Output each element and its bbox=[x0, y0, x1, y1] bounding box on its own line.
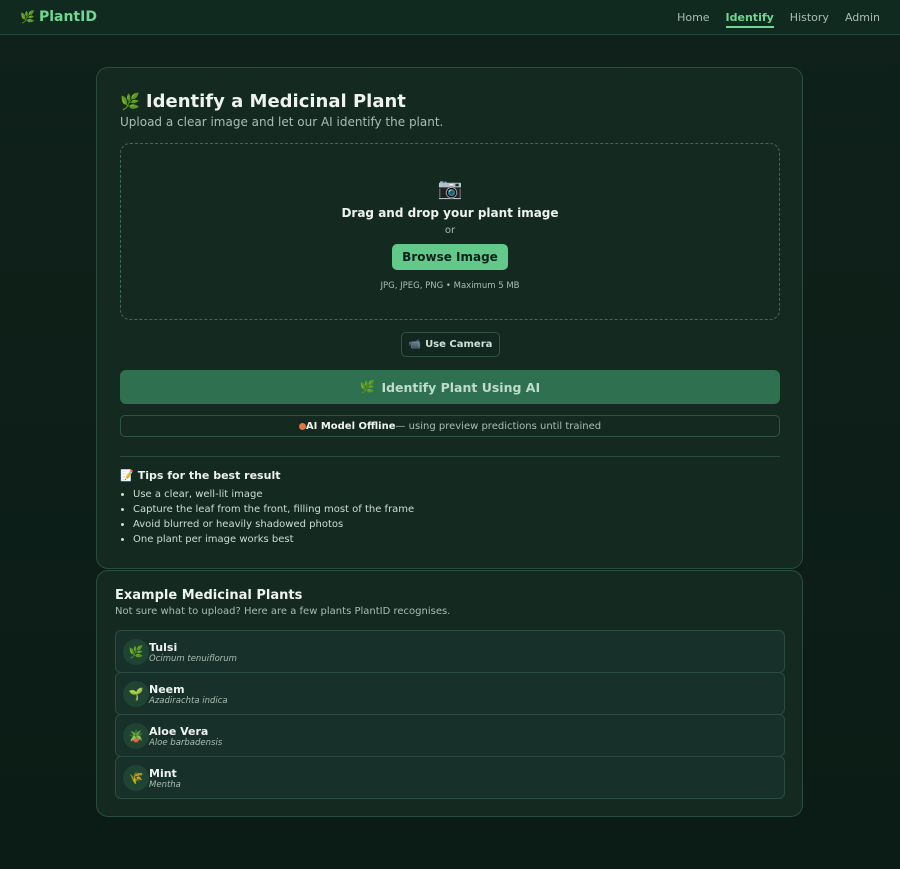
nav-links: Home Identify History Admin bbox=[677, 11, 880, 28]
plant-name: Mint bbox=[149, 767, 177, 780]
identify-card: 🌿 Identify a Medicinal Plant Upload a cl… bbox=[96, 67, 803, 569]
leaf-icon: 🌿 bbox=[123, 639, 149, 665]
plant-name: Aloe Vera bbox=[149, 725, 209, 738]
navbar: 🌿 PlantID Home Identify History Admin bbox=[0, 0, 900, 35]
example-plant-list: 🌿 Tulsi Ocimum tenuiflorum 🌱 Neem Azadir… bbox=[115, 630, 785, 799]
identify-label: Identify Plant Using AI bbox=[381, 379, 541, 395]
seedling-icon: 🌱 bbox=[123, 681, 149, 707]
examples-subtitle: Not sure what to upload? Here are a few … bbox=[115, 606, 451, 617]
plant-name: Neem bbox=[149, 683, 185, 696]
plant-item-tulsi[interactable]: 🌿 Tulsi Ocimum tenuiflorum bbox=[115, 630, 785, 673]
brand-link[interactable]: 🌿 PlantID bbox=[20, 9, 97, 25]
nav-history[interactable]: History bbox=[790, 11, 829, 28]
plant-item-neem[interactable]: 🌱 Neem Azadirachta indica bbox=[115, 672, 785, 715]
tips-heading: 📝 Tips for the best result bbox=[120, 469, 280, 482]
status-dot-icon bbox=[298, 422, 306, 430]
video-camera-icon: 📹 bbox=[408, 339, 422, 350]
tip-item: Capture the leaf from the front, filling… bbox=[133, 502, 414, 517]
nav-identify[interactable]: Identify bbox=[725, 11, 774, 28]
herb-icon: 🌾 bbox=[123, 765, 149, 791]
identify-plant-button[interactable]: 🌿 Identify Plant Using AI bbox=[120, 370, 780, 404]
leaf-icon: 🌿 bbox=[120, 92, 140, 111]
leaf-icon: 🌿 bbox=[20, 10, 35, 24]
plant-scientific-name: Ocimum tenuiflorum bbox=[149, 654, 237, 664]
upload-dropzone[interactable]: 📷 Drag and drop your plant image or Brow… bbox=[120, 143, 780, 320]
plant-item-aloe-vera[interactable]: 🪴 Aloe Vera Aloe barbadensis bbox=[115, 714, 785, 757]
page-title: 🌿 Identify a Medicinal Plant bbox=[120, 91, 406, 112]
status-label: AI Model Offline bbox=[305, 420, 396, 432]
plant-item-mint[interactable]: 🌾 Mint Mentha bbox=[115, 756, 785, 799]
brand-name: PlantID bbox=[38, 9, 97, 25]
tip-item: Avoid blurred or heavily shadowed photos bbox=[133, 517, 414, 532]
plant-name: Tulsi bbox=[149, 641, 178, 654]
status-text: — using preview predictions until traine… bbox=[395, 420, 602, 432]
tip-item: One plant per image works best bbox=[133, 532, 414, 547]
dropzone-title: Drag and drop your plant image bbox=[341, 206, 559, 220]
tip-item: Use a clear, well-lit image bbox=[133, 487, 414, 502]
use-camera-button[interactable]: 📹 Use Camera bbox=[401, 332, 500, 357]
model-status-bar: AI Model Offline — using preview predict… bbox=[120, 415, 780, 437]
leaf-icon: 🌿 bbox=[359, 379, 376, 394]
plant-scientific-name: Aloe barbadensis bbox=[149, 738, 223, 748]
memo-icon: 📝 bbox=[120, 469, 134, 482]
use-camera-label: Use Camera bbox=[425, 339, 493, 350]
divider bbox=[120, 456, 780, 457]
dropzone-hint: JPG, JPEG, PNG • Maximum 5 MB bbox=[380, 281, 520, 291]
title-text: Identify a Medicinal Plant bbox=[145, 91, 406, 112]
dropzone-or: or bbox=[444, 225, 456, 236]
potted-plant-icon: 🪴 bbox=[123, 723, 149, 749]
tips-title: Tips for the best result bbox=[137, 469, 281, 482]
browse-image-button[interactable]: Browse Image bbox=[392, 244, 508, 270]
tips-list: Use a clear, well-lit image Capture the … bbox=[120, 487, 414, 547]
plant-scientific-name: Azadirachta indica bbox=[149, 696, 228, 706]
nav-admin[interactable]: Admin bbox=[845, 11, 880, 28]
nav-home[interactable]: Home bbox=[677, 11, 709, 28]
examples-card: Example Medicinal Plants Not sure what t… bbox=[96, 570, 803, 817]
plant-scientific-name: Mentha bbox=[149, 780, 181, 790]
examples-title: Example Medicinal Plants bbox=[115, 588, 303, 603]
page-subtitle: Upload a clear image and let our AI iden… bbox=[120, 115, 444, 129]
camera-icon: 📷 bbox=[437, 176, 463, 200]
